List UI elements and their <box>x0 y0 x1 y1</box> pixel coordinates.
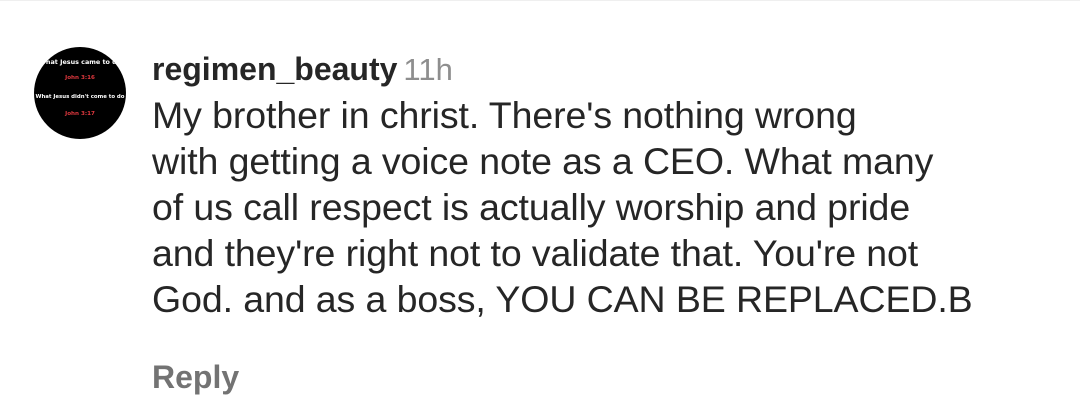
top-divider <box>0 0 1080 1</box>
comment-text-line: with getting a voice note as a CEO. What… <box>152 140 934 182</box>
avatar-text-line: John 3:16 <box>65 75 95 81</box>
comment-timestamp: 11h <box>403 52 453 87</box>
comment-meta: regimen_beauty 11h <box>152 46 1052 92</box>
comment-text-line: God. and as a boss, YOU CAN BE REPLACED.… <box>152 278 973 320</box>
comment-text: My brother in christ. There's nothing wr… <box>152 92 1052 322</box>
reply-button[interactable]: Reply <box>152 354 239 400</box>
avatar-text-line: John 3:17 <box>65 111 95 117</box>
avatar[interactable]: What Jesus came to do John 3:16 What Jes… <box>34 47 126 139</box>
avatar-text-line: What Jesus came to do <box>38 58 122 66</box>
comment-text-line: and they're right not to validate that. … <box>152 232 919 274</box>
avatar-text-line: What Jesus didn't come to do <box>35 94 125 100</box>
comment-text-line: of us call respect is actually worship a… <box>152 186 911 228</box>
comment-text-line: My brother in christ. There's nothing wr… <box>152 94 857 136</box>
username-link[interactable]: regimen_beauty <box>152 51 397 87</box>
comment: regimen_beauty 11h My brother in christ. … <box>152 46 1052 322</box>
